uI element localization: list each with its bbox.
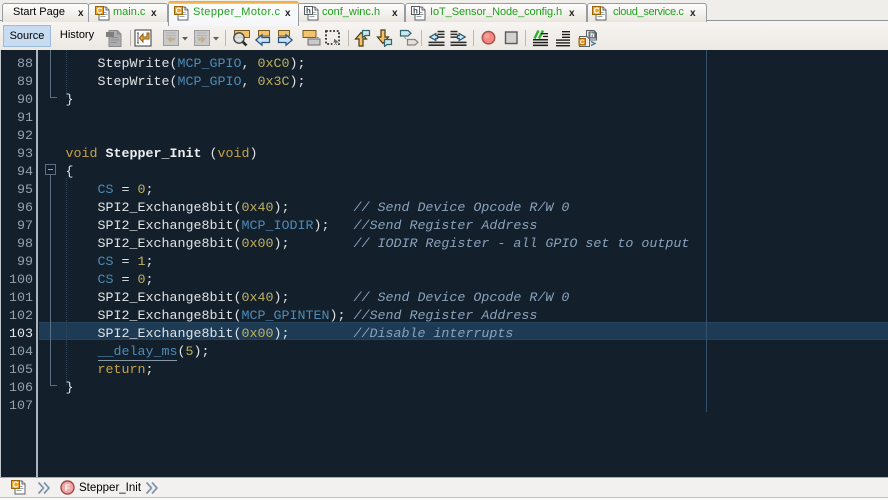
svg-text:C: C	[97, 7, 103, 16]
svg-text:F: F	[65, 483, 71, 493]
svg-text:h: h	[413, 7, 418, 16]
svg-text:C: C	[13, 481, 19, 490]
svg-text:C: C	[594, 7, 600, 16]
svg-text:h: h	[306, 7, 311, 16]
svg-text:C: C	[580, 39, 585, 46]
svg-text:C: C	[176, 7, 182, 16]
svg-text:h: h	[590, 32, 594, 39]
